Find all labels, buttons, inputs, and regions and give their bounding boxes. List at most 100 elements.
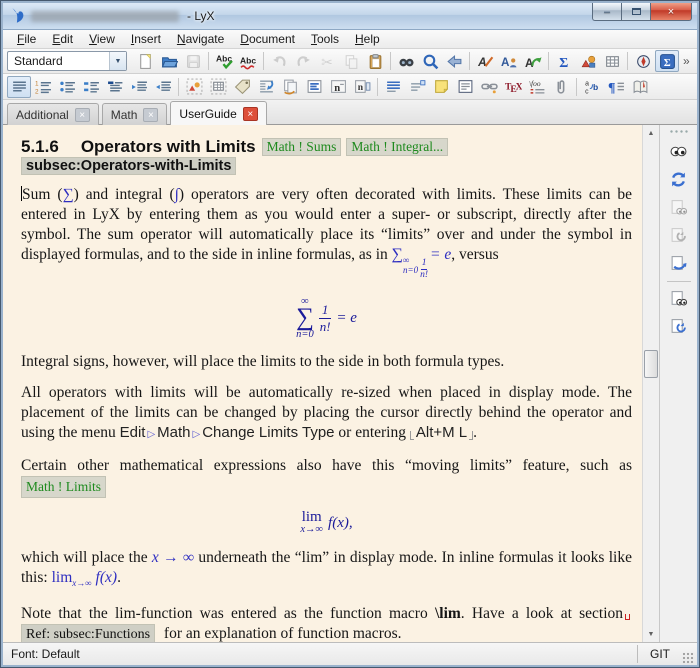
scroll-up-button[interactable]: ▲: [643, 125, 659, 141]
attach-file-icon[interactable]: [549, 76, 573, 98]
inline-math-formula[interactable]: ∑∞n=01n!= e: [392, 246, 452, 263]
tab-close-icon[interactable]: ×: [143, 108, 158, 122]
view-other-formats-icon[interactable]: [664, 250, 694, 277]
index-inset[interactable]: Math ! Limits: [21, 476, 106, 498]
view-other-document-icon[interactable]: [664, 285, 694, 312]
menu-view[interactable]: View: [81, 31, 123, 47]
redo-icon[interactable]: [291, 50, 315, 72]
navigate-back-icon[interactable]: [442, 50, 466, 72]
paragraph-default-icon[interactable]: [7, 76, 31, 98]
vertical-scrollbar[interactable]: ▲ ▼: [642, 125, 659, 642]
menu-file[interactable]: File: [9, 31, 44, 47]
insert-table-icon[interactable]: [600, 50, 624, 72]
menu-navigate[interactable]: Navigate: [169, 31, 232, 47]
tab-math[interactable]: Math×: [102, 103, 168, 125]
math-toolbar-toggle-icon[interactable]: Σ: [655, 50, 679, 72]
bullet-list-icon[interactable]: [55, 76, 79, 98]
description-list-icon[interactable]: [103, 76, 127, 98]
display-formula-sum[interactable]: ∞ ∑ n=0 1 n! = e: [21, 292, 632, 341]
menu-path-separator: ▷: [145, 429, 157, 440]
view-document-icon[interactable]: [664, 138, 694, 165]
open-document-icon[interactable]: [157, 50, 181, 72]
check-spelling-continuously-icon[interactable]: Abc: [236, 50, 260, 72]
inline-math-x-to-inf[interactable]: x → ∞: [152, 549, 194, 566]
main-area: 5.1.6 Operators with Limits Math ! Sums …: [3, 125, 697, 642]
undo-icon[interactable]: [267, 50, 291, 72]
insert-graphics-icon[interactable]: [576, 50, 600, 72]
new-document-icon[interactable]: [133, 50, 157, 72]
inline-math-lim[interactable]: limx→∞ f(x): [52, 569, 117, 586]
toolbar-separator: [263, 52, 264, 70]
index-inset[interactable]: Math ! Sums: [262, 138, 342, 156]
menu-help[interactable]: Help: [347, 31, 388, 47]
insert-label-icon[interactable]: [230, 76, 254, 98]
toolbar-separator: [208, 52, 209, 70]
cut-icon[interactable]: ✂: [315, 50, 339, 72]
maximize-button[interactable]: [621, 3, 650, 21]
insert-listing-icon[interactable]: [302, 76, 326, 98]
view-master-document-icon[interactable]: [664, 194, 694, 221]
insert-tex-code-icon[interactable]: TEX: [501, 76, 525, 98]
paste-icon[interactable]: [363, 50, 387, 72]
insert-hyperlink-icon[interactable]: [477, 76, 501, 98]
outline-icon[interactable]: [631, 50, 655, 72]
search-icon[interactable]: [418, 50, 442, 72]
label-inset[interactable]: subsec:Operators-with-Limits: [21, 157, 236, 175]
toolbar-drag-handle[interactable]: [669, 129, 689, 134]
insert-box-icon[interactable]: [453, 76, 477, 98]
tab-close-icon[interactable]: ×: [243, 107, 258, 121]
menu-document[interactable]: Document: [232, 31, 303, 47]
labeling-list-icon[interactable]: [79, 76, 103, 98]
update-other-document-icon[interactable]: [664, 313, 694, 340]
emphasis-icon[interactable]: A: [473, 50, 497, 72]
update-master-document-icon[interactable]: [664, 222, 694, 249]
insert-figure-float-icon[interactable]: [182, 76, 206, 98]
document-canvas[interactable]: 5.1.6 Operators with Limits Math ! Sums …: [3, 125, 642, 642]
hyphenation-icon[interactable]: [628, 76, 652, 98]
display-formula-lim[interactable]: lim x→∞ f(x),: [21, 509, 632, 536]
tab-userguide[interactable]: UserGuide×: [170, 101, 266, 125]
paragraph-settings-icon[interactable]: ¶: [604, 76, 628, 98]
insert-marginnote-icon[interactable]: n: [350, 76, 374, 98]
copy-icon[interactable]: [339, 50, 363, 72]
find-replace-icon[interactable]: [394, 50, 418, 72]
keyboard-shortcut: Alt+M L: [416, 424, 467, 441]
menu-edit[interactable]: Edit: [44, 31, 81, 47]
document-title-redacted: [31, 11, 179, 22]
cross-reference-inset[interactable]: Ref: subsec:Functions: [21, 624, 155, 642]
scroll-down-button[interactable]: ▼: [643, 626, 659, 642]
close-button[interactable]: ×: [650, 3, 692, 21]
update-view-icon[interactable]: [664, 166, 694, 193]
insert-table-float-icon[interactable]: [206, 76, 230, 98]
insert-wrap-float-icon[interactable]: [254, 76, 278, 98]
scrollbar-thumb[interactable]: [644, 350, 658, 378]
numbered-list-icon[interactable]: 12: [31, 76, 55, 98]
insert-caption-icon[interactable]: [381, 76, 405, 98]
dropdown-arrow-icon[interactable]: ▼: [109, 52, 126, 70]
decrease-depth-icon[interactable]: [151, 76, 175, 98]
menu-insert[interactable]: Insert: [123, 31, 169, 47]
tab-close-icon[interactable]: ×: [75, 108, 90, 122]
resize-grip[interactable]: [682, 652, 695, 665]
spellcheck-icon[interactable]: Abc: [212, 50, 236, 72]
apply-textstyle-icon[interactable]: A: [521, 50, 545, 72]
menu-tools[interactable]: Tools: [303, 31, 347, 47]
sum-limits: ∞n=0: [403, 256, 418, 276]
insert-footnote-icon[interactable]: n: [326, 76, 350, 98]
insert-nomenclature-icon[interactable]: \foo: [525, 76, 549, 98]
scrollbar-track[interactable]: [643, 141, 659, 626]
tab-additional[interactable]: Additional×: [7, 103, 99, 125]
insert-short-title-icon[interactable]: [405, 76, 429, 98]
save-document-icon[interactable]: [181, 50, 205, 72]
minimize-button[interactable]: –: [592, 3, 621, 21]
inline-math-sum-symbol[interactable]: ∑: [63, 186, 74, 203]
increase-depth-icon[interactable]: [127, 76, 151, 98]
insert-note-icon[interactable]: [429, 76, 453, 98]
math-mode-icon[interactable]: Σ: [552, 50, 576, 72]
include-file-icon[interactable]: [278, 76, 302, 98]
noun-icon[interactable]: A: [497, 50, 521, 72]
index-inset[interactable]: Math ! Integral...: [346, 138, 448, 156]
thesaurus-icon[interactable]: acb: [580, 76, 604, 98]
toolbar-overflow-chevron[interactable]: »: [679, 54, 694, 68]
paragraph-style-dropdown[interactable]: Standard▼: [7, 51, 127, 71]
